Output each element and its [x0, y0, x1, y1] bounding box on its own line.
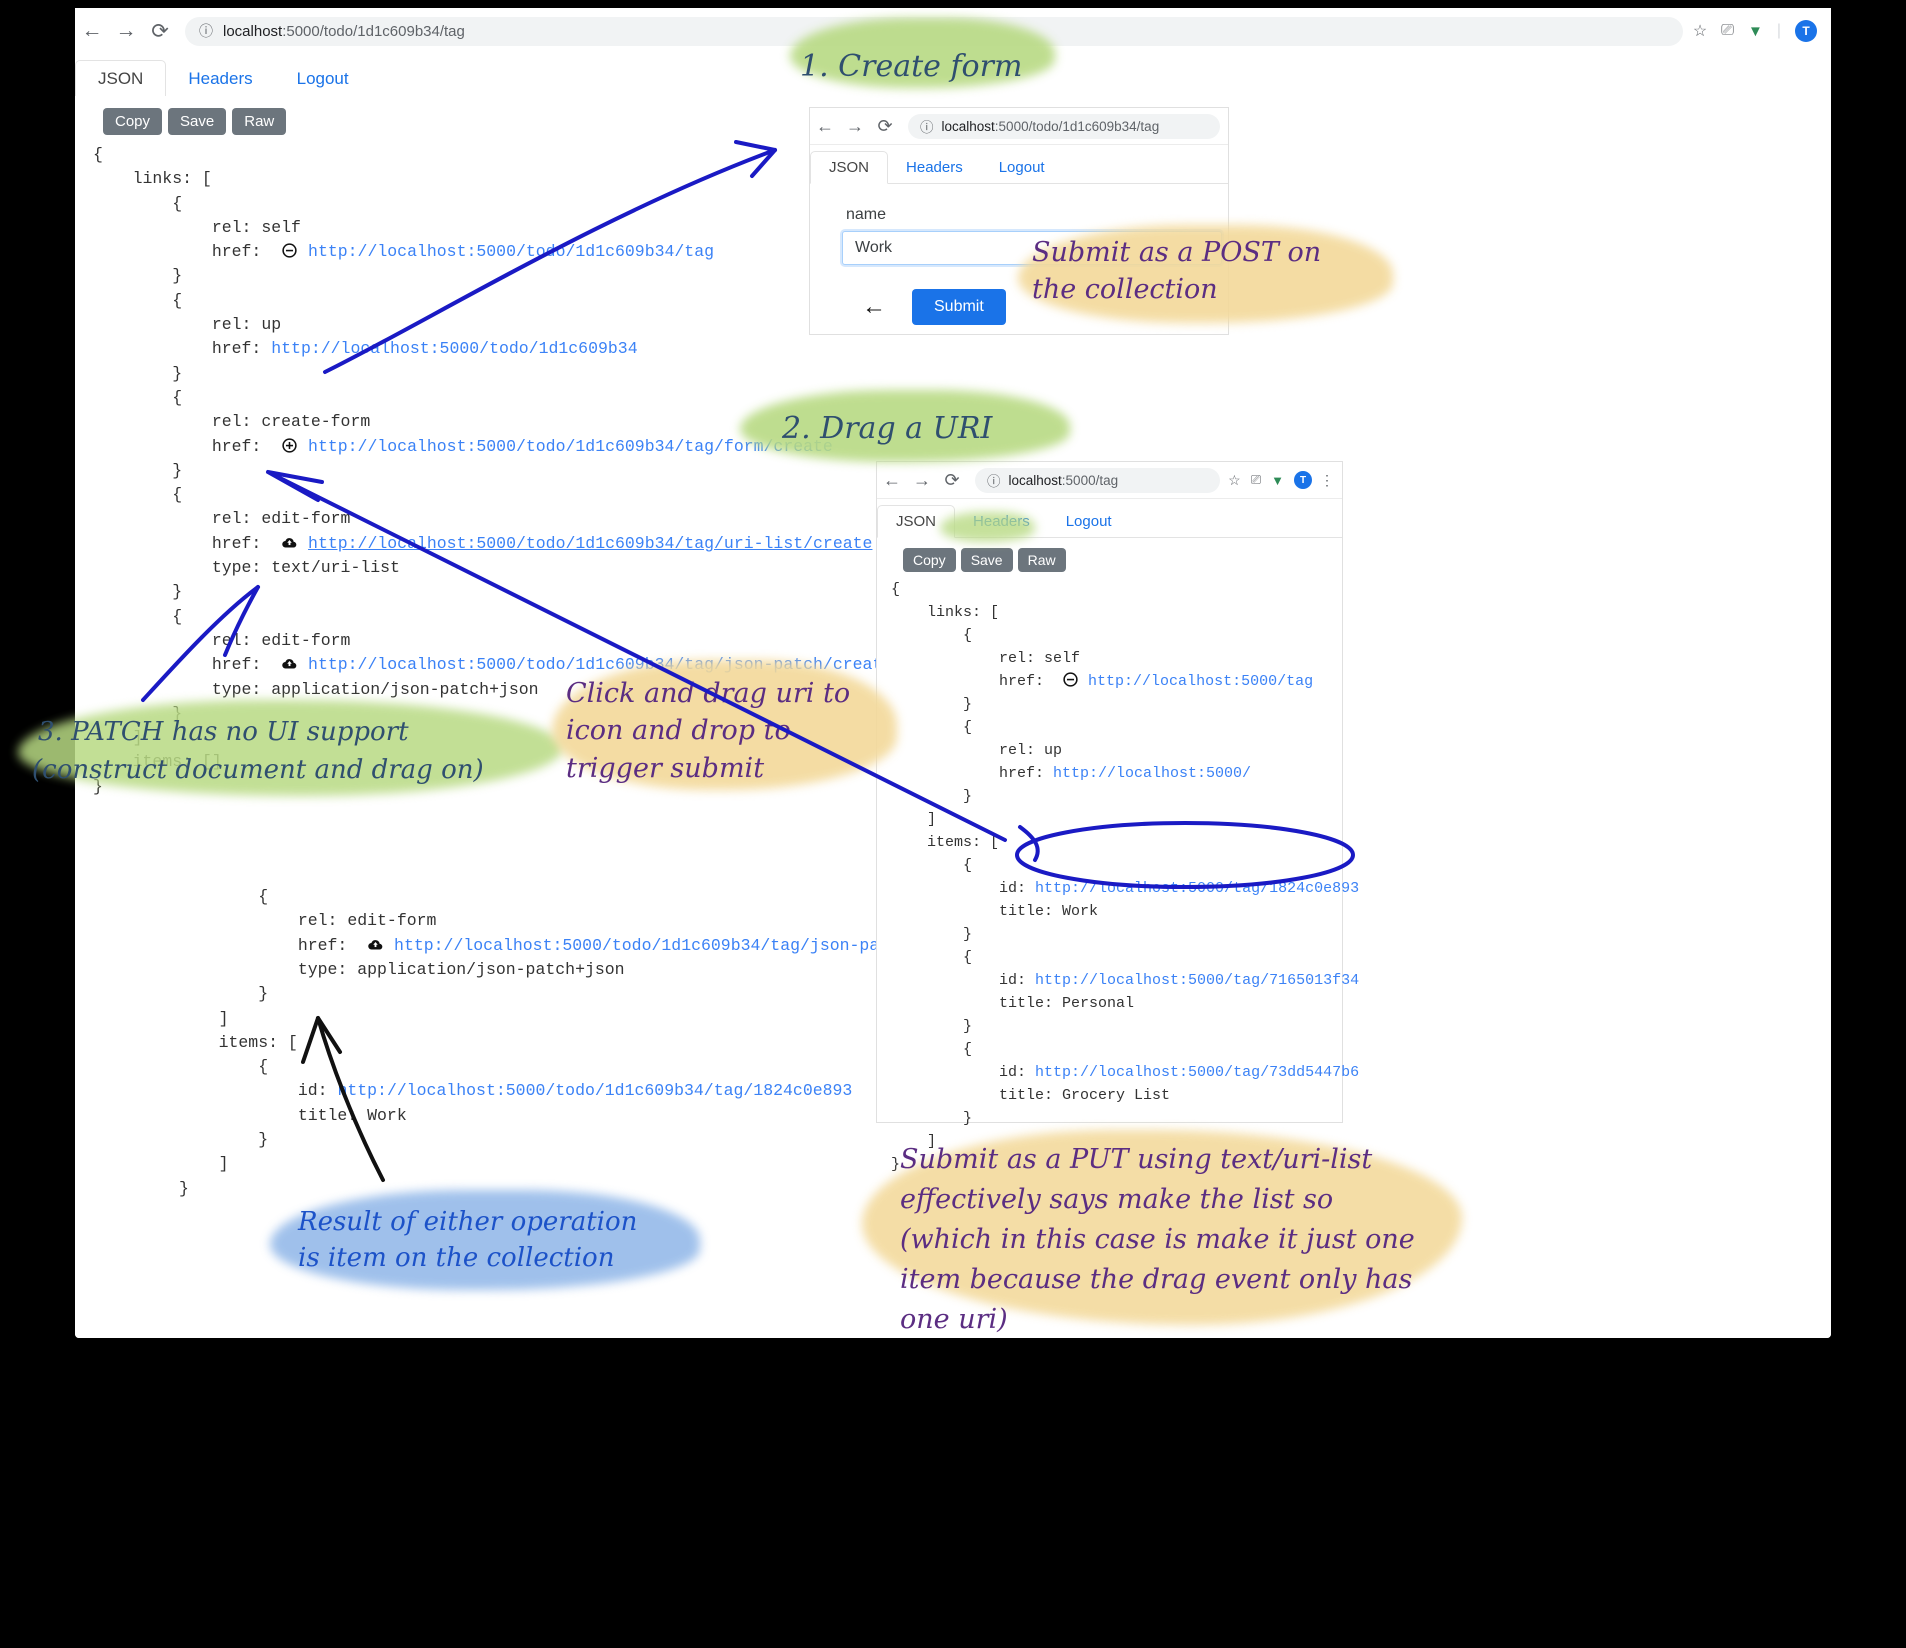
- save-button[interactable]: Save: [168, 108, 227, 135]
- annotation-result-note: Result of either operation is item on th…: [298, 1207, 638, 1273]
- url-path: :5000/todo/1d1c609b34/tag: [282, 22, 465, 40]
- minus-circle-icon: [1063, 672, 1078, 687]
- tab-headers[interactable]: Headers: [166, 61, 274, 96]
- site-info-icon: ⓘ: [920, 120, 934, 135]
- address-bar[interactable]: ⓘ localhost:5000/tag: [975, 467, 1221, 493]
- star-icon[interactable]: ☆: [1228, 472, 1241, 489]
- tab-json[interactable]: JSON: [75, 60, 167, 97]
- annotation-step1: 1. Create form: [800, 49, 1023, 84]
- site-info-icon: ⓘ: [199, 23, 213, 39]
- json-link[interactable]: http://localhost:5000/todo/1d1c609b34/ta…: [308, 242, 714, 261]
- form-back-arrow-icon[interactable]: ←: [862, 295, 886, 319]
- back-arrow-icon[interactable]: ←: [810, 111, 840, 141]
- inset-toolbar-tag: ← → ⟳ ⓘ localhost:5000/tag ☆ ⎚ ▼ T ⋮: [877, 462, 1342, 499]
- inset-tab-bar-create: JSON Headers Logout: [810, 145, 1228, 184]
- kebab-menu-icon[interactable]: ⋮: [1320, 472, 1334, 489]
- annotation-step3-line2: (construct document and drag on): [32, 755, 484, 785]
- cloud-upload-icon: [368, 939, 383, 950]
- extension-icon[interactable]: ▼: [1271, 473, 1284, 488]
- json-link[interactable]: http://localhost:5000/: [1053, 765, 1251, 782]
- extension-icon[interactable]: ▼: [1748, 23, 1763, 40]
- reload-icon[interactable]: ⟳: [870, 111, 900, 141]
- cloud-upload-icon: [282, 659, 297, 669]
- json-link[interactable]: http://localhost:5000/tag/7165013f34: [1035, 972, 1359, 989]
- annotation-step3-line1: 3. PATCH has no UI support: [38, 717, 409, 747]
- json-link[interactable]: http://localhost:5000/tag/73dd5447b6: [1035, 1064, 1359, 1081]
- avatar[interactable]: T: [1294, 471, 1312, 489]
- back-arrow-icon[interactable]: ←: [75, 14, 109, 48]
- site-info-icon: ⓘ: [987, 474, 1001, 489]
- json-link[interactable]: http://localhost:5000/tag/1824c0e893: [1035, 880, 1359, 897]
- name-field-label: name: [846, 206, 887, 223]
- copy-button[interactable]: Copy: [103, 108, 163, 135]
- url-host: localhost: [1008, 472, 1062, 488]
- save-button[interactable]: Save: [960, 548, 1013, 572]
- json-link[interactable]: http://localhost:5000/todo/1d1c609b34: [271, 339, 637, 358]
- json-link[interactable]: http://localhost:5000/todo/1d1c609b34/ta…: [308, 534, 872, 553]
- cast-icon[interactable]: ⎚: [1721, 22, 1734, 40]
- tab-headers[interactable]: Headers: [888, 152, 981, 183]
- json-content-tag: { links: [ { rel: self href: http://loca…: [891, 581, 1360, 1173]
- json-link[interactable]: http://localhost:5000/todo/1d1c609b34/ta…: [337, 1081, 852, 1100]
- submit-button[interactable]: Submit: [912, 289, 1006, 325]
- reload-icon[interactable]: ⟳: [143, 14, 177, 48]
- json-action-buttons: Copy Save Raw: [877, 538, 1342, 574]
- raw-button[interactable]: Raw: [1017, 548, 1066, 572]
- highlight-headers-tag-inset: [940, 512, 1035, 542]
- tab-logout[interactable]: Logout: [1048, 506, 1130, 537]
- raw-button[interactable]: Raw: [232, 108, 287, 135]
- annotation-drag-note: Click and drag uri to icon and drop to t…: [566, 678, 851, 784]
- tab-json[interactable]: JSON: [810, 151, 889, 184]
- copy-button[interactable]: Copy: [903, 548, 956, 572]
- cloud-upload-icon: [282, 537, 297, 548]
- cast-icon[interactable]: ⎚: [1251, 472, 1261, 488]
- plus-circle-icon: [282, 437, 297, 453]
- json-link[interactable]: http://localhost:5000/tag: [1088, 673, 1313, 690]
- url-path: :5000/tag: [1061, 472, 1119, 488]
- inset-toolbar-create: ← → ⟳ ⓘ localhost:5000/todo/1d1c609b34/t…: [810, 108, 1228, 145]
- annotation-post-note: Submit as a POST on the collection: [1032, 237, 1322, 306]
- tag-collection-browser-window: ← → ⟳ ⓘ localhost:5000/tag ☆ ⎚ ▼ T ⋮ JSO…: [877, 462, 1359, 1173]
- tab-logout[interactable]: Logout: [275, 61, 371, 96]
- forward-arrow-icon[interactable]: →: [907, 465, 937, 495]
- url-host: localhost: [941, 118, 995, 134]
- reload-icon[interactable]: ⟳: [937, 465, 967, 495]
- annotation-step2: 2. Drag a URI: [782, 411, 993, 446]
- address-bar[interactable]: ⓘ localhost:5000/todo/1d1c609b34/tag: [908, 113, 1220, 139]
- annotation-put-note: Submit as a PUT using text/uri-list effe…: [900, 1144, 1415, 1335]
- minus-circle-icon: [282, 243, 297, 258]
- forward-arrow-icon[interactable]: →: [109, 14, 143, 48]
- url-host: localhost: [223, 22, 283, 40]
- toolbar-icon-group: ☆ ⎚ ▼ | T: [1693, 20, 1831, 42]
- back-arrow-icon[interactable]: ←: [877, 465, 907, 495]
- tab-logout[interactable]: Logout: [981, 152, 1063, 183]
- forward-arrow-icon[interactable]: →: [840, 111, 870, 141]
- avatar[interactable]: T: [1795, 20, 1817, 42]
- star-icon[interactable]: ☆: [1693, 21, 1707, 41]
- url-path: :5000/todo/1d1c609b34/tag: [994, 118, 1160, 134]
